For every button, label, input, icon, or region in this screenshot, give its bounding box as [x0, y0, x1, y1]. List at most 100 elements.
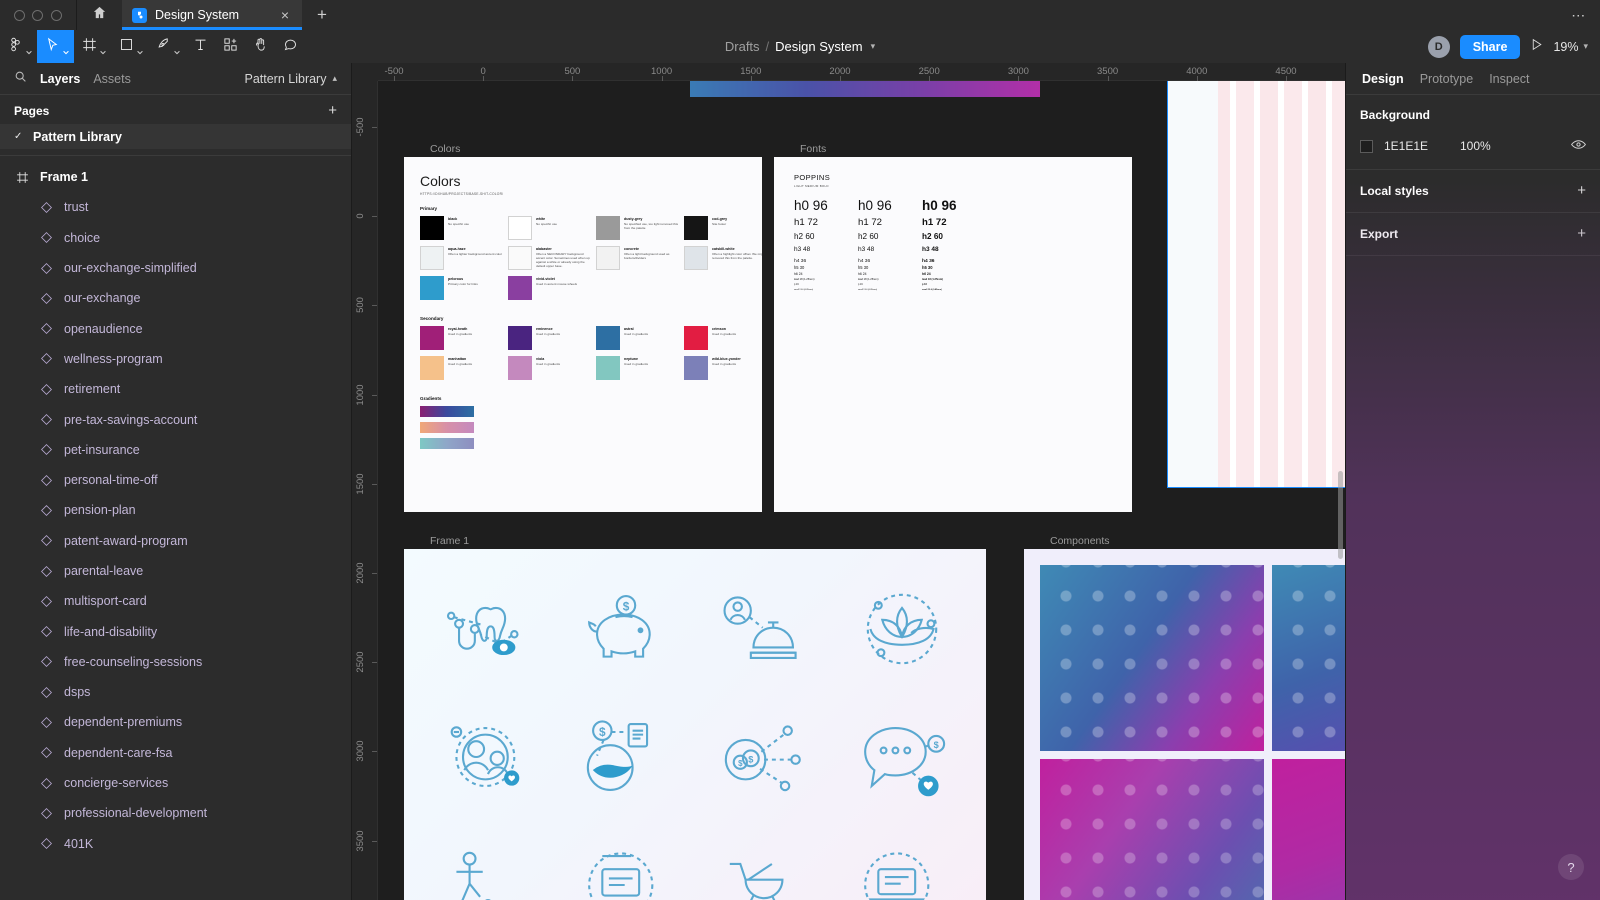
layer-row-our-exchange-simplified[interactable]: our-exchange-simplified [0, 253, 351, 283]
color-swatch[interactable]: eminence Used in gradients [508, 326, 596, 350]
accessibility-icon[interactable] [438, 845, 538, 900]
gradient-swatch[interactable] [420, 406, 474, 417]
menu-tool[interactable] [0, 30, 37, 63]
frame-1-artboard[interactable]: $ $ $ $ $ [404, 549, 986, 900]
layer-row-professional-development[interactable]: professional-development [0, 798, 351, 828]
counseling-chat-icon[interactable]: $ [852, 717, 952, 797]
color-swatch[interactable]: viola Used in gradients [508, 356, 596, 380]
component-tile-4[interactable] [1272, 759, 1345, 900]
canvas-viewport[interactable]: Colors HTTPS://DXHUB/PROJECTS/BASE-SHIT-… [378, 81, 1345, 900]
layer-row-personal-time-off[interactable]: personal-time-off [0, 465, 351, 495]
gradient-swatch[interactable] [420, 438, 474, 449]
move-tool[interactable] [37, 30, 74, 63]
components-artboard[interactable] [1024, 549, 1345, 900]
tab-design-system[interactable]: Design System × [122, 0, 302, 30]
window-maximize-dot[interactable] [51, 9, 63, 21]
layer-row-wellness-program[interactable]: wellness-program [0, 344, 351, 374]
help-button[interactable]: ? [1558, 854, 1584, 880]
share-button[interactable]: Share [1459, 34, 1521, 59]
add-page-button[interactable]: + [328, 103, 337, 118]
background-opacity-value[interactable]: 100% [1460, 139, 1491, 153]
text-tool[interactable] [185, 30, 215, 63]
window-minimize-dot[interactable] [32, 9, 44, 21]
stroller-parental-icon[interactable] [714, 845, 814, 900]
avatar[interactable]: D [1427, 35, 1450, 58]
breadcrumb-file-name[interactable]: Design System [775, 39, 862, 54]
financial-aid-hand-icon[interactable]: $ [576, 717, 676, 797]
comment-tool[interactable] [275, 30, 305, 63]
frame-label-frame-1[interactable]: Frame 1 [430, 535, 469, 547]
wellness-lotus-icon[interactable] [852, 589, 952, 669]
color-swatch[interactable]: crimson Used in gradients [684, 326, 762, 350]
color-swatch[interactable]: neptune Used in gradients [596, 356, 684, 380]
add-local-style-button[interactable]: + [1577, 183, 1586, 198]
layer-row-openaudience[interactable]: openaudience [0, 313, 351, 343]
window-close-dot[interactable] [13, 9, 25, 21]
background-hex-value[interactable]: 1E1E1E [1384, 139, 1460, 153]
layer-row-retirement[interactable]: retirement [0, 374, 351, 404]
new-tab-button[interactable]: + [302, 0, 342, 30]
color-swatch[interactable]: royal-heath Used in gradients [420, 326, 508, 350]
layer-row-401k[interactable]: 401K [0, 829, 351, 859]
color-swatch[interactable]: black No specific use [420, 216, 508, 240]
color-swatch[interactable]: catskill-white Often a highlight color of… [684, 246, 762, 270]
home-button[interactable] [76, 0, 122, 30]
resources-tool[interactable] [215, 30, 245, 63]
layer-row-dependent-premiums[interactable]: dependent-premiums [0, 707, 351, 737]
search-icon[interactable] [14, 70, 27, 88]
color-swatch[interactable]: concrete Often a light background used as… [596, 246, 684, 270]
layer-row-patent-award-program[interactable]: patent-award-program [0, 526, 351, 556]
frame-label-components[interactable]: Components [1050, 535, 1110, 547]
layer-row-life-and-disability[interactable]: life-and-disability [0, 616, 351, 646]
tab-prototype[interactable]: Prototype [1420, 72, 1474, 86]
layer-row-concierge-services[interactable]: concierge-services [0, 768, 351, 798]
color-swatch[interactable]: pelorous Primary color for links [420, 276, 508, 300]
add-export-button[interactable]: + [1577, 226, 1586, 241]
more-horizontal-icon[interactable]: ⋯ [1558, 0, 1600, 30]
color-swatch[interactable]: white No specific use [508, 216, 596, 240]
layer-row-trust[interactable]: trust [0, 192, 351, 222]
page-item-pattern-library[interactable]: ✓ Pattern Library [0, 124, 351, 149]
dental-vision-network-icon[interactable] [438, 589, 538, 669]
tab-design[interactable]: Design [1362, 72, 1404, 86]
library-selector[interactable]: Pattern Library ▴ [244, 72, 337, 86]
frame-label-colors[interactable]: Colors [430, 143, 460, 155]
color-swatch[interactable]: wild-blue-yonder Used in gradients [684, 356, 762, 380]
layer-row-multisport-card[interactable]: multisport-card [0, 586, 351, 616]
layer-row-pet-insurance[interactable]: pet-insurance [0, 435, 351, 465]
breadcrumb-project[interactable]: Drafts [725, 39, 760, 54]
frame-label-fonts[interactable]: Fonts [800, 143, 826, 155]
layer-row-choice[interactable]: choice [0, 223, 351, 253]
color-swatch[interactable]: vivid-violet Used in accent mouse wheels [508, 276, 596, 300]
layer-row-our-exchange[interactable]: our-exchange [0, 283, 351, 313]
color-swatch[interactable]: cod-grey Site footer [684, 216, 762, 240]
layer-row-parental-leave[interactable]: parental-leave [0, 556, 351, 586]
layer-row-frame-1[interactable]: Frame 1 [0, 162, 351, 192]
shared-cost-network-icon[interactable]: $ $ [714, 717, 814, 797]
color-swatch[interactable]: aqua-haze Often a lighter background acce… [420, 246, 508, 270]
family-members-icon[interactable] [438, 717, 538, 797]
gradient-bar-artboard[interactable] [690, 81, 1040, 97]
color-swatch[interactable]: astral Used in gradients [596, 326, 684, 350]
gradient-swatch[interactable] [420, 422, 474, 433]
layer-row-pre-tax-savings-account[interactable]: pre-tax-savings-account [0, 404, 351, 434]
color-swatch[interactable]: alabaster Often a SECONDARY background ac… [508, 246, 596, 270]
colors-artboard[interactable]: Colors HTTPS://DXHUB/PROJECTS/BASE-SHIT-… [404, 157, 762, 512]
piggy-bank-savings-icon[interactable]: $ [576, 589, 676, 669]
fonts-artboard[interactable]: POPPINS LIGHT MEDIUM BOLD h0 96 h1 72 h2 6… [774, 157, 1132, 512]
selected-striped-artboard[interactable] [1167, 81, 1345, 488]
concierge-service-bell-icon[interactable] [714, 589, 814, 669]
frame-tool[interactable] [74, 30, 111, 63]
design-canvas[interactable]: Colors HTTPS://DXHUB/PROJECTS/BASE-SHIT-… [352, 63, 1345, 900]
color-swatch[interactable]: dusty-grey No specified use, too light re… [596, 216, 684, 240]
eye-icon[interactable] [1571, 137, 1586, 155]
layer-row-dsps[interactable]: dsps [0, 677, 351, 707]
background-color-swatch[interactable] [1360, 139, 1373, 153]
tab-assets[interactable]: Assets [93, 72, 131, 86]
close-icon[interactable]: × [278, 8, 292, 22]
layer-row-dependent-care-fsa[interactable]: dependent-care-fsa [0, 738, 351, 768]
color-swatch[interactable]: manhattan Used in gradients [420, 356, 508, 380]
shape-tool[interactable] [111, 30, 148, 63]
laptop-education-icon[interactable] [852, 845, 952, 900]
canvas-vertical-scrollbar[interactable] [1338, 471, 1343, 559]
